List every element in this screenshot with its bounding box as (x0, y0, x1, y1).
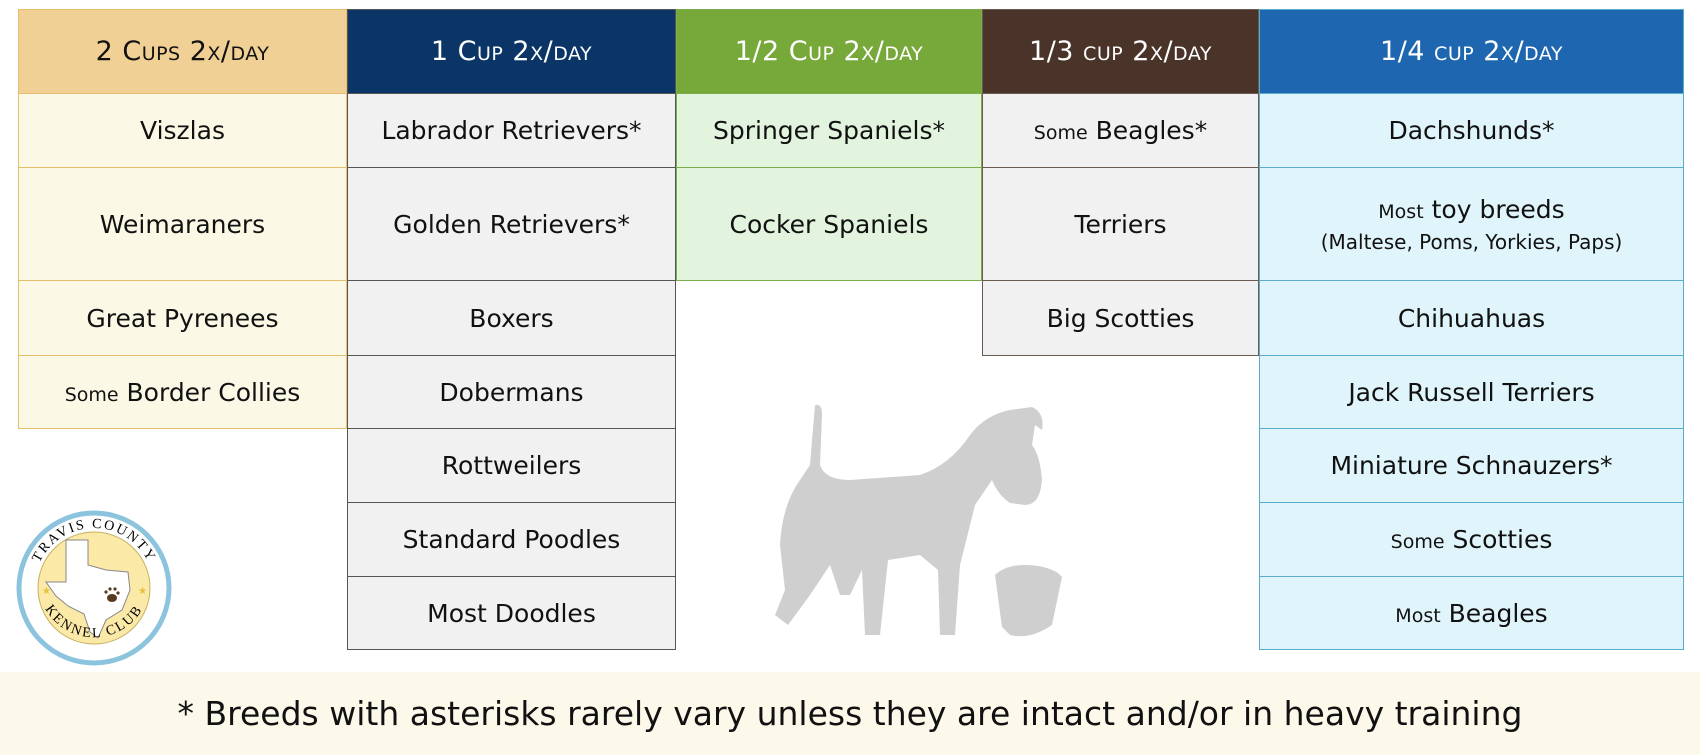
breed-cell: Dachshunds* (1259, 94, 1684, 168)
breed-cell: Great Pyrenees (18, 281, 347, 356)
breed-qualifier: Most (1395, 604, 1441, 627)
breed-name: Cocker Spaniels (729, 209, 929, 239)
breed-cell: Some Beagles* (982, 94, 1259, 168)
breed-name: Miniature Schnauzers* (1330, 451, 1613, 480)
breed-qualifier: Some (1033, 122, 1088, 144)
breed-cell: Labrador Retrievers* (347, 94, 676, 168)
breed-name: Chihuahuas (1397, 303, 1546, 333)
column-header: 1/3 cup 2x/day (982, 9, 1259, 94)
breed-cell: Some Scotties (1259, 503, 1684, 577)
breed-name: Dachshunds* (1388, 116, 1555, 145)
breed-cell: Rottweilers (347, 429, 676, 503)
breed-cell: Boxers (347, 281, 676, 356)
breed-name: Big Scotties (1046, 303, 1195, 333)
breed-name: Boxers (469, 303, 554, 333)
breed-cell: Terriers (982, 168, 1259, 281)
breed-name: Rottweilers (441, 451, 582, 480)
breed-cell: Most Doodles (347, 577, 676, 650)
breed-name: Jack Russell Terriers (1348, 377, 1595, 407)
travis-county-kennel-club-logo: ★ ★ TRAVIS COUNTY KENNEL CLUB (16, 510, 172, 666)
breed-cell: Big Scotties (982, 281, 1259, 356)
breed-qualifier: Some (1390, 531, 1445, 553)
column-header: 1/2 Cup 2x/day (676, 9, 982, 94)
breed-cell: Jack Russell Terriers (1259, 356, 1684, 429)
breed-name: Great Pyrenees (86, 303, 279, 333)
breed-name: Terriers (1074, 209, 1167, 239)
column-2: 1 Cup 2x/day Labrador Retrievers* Golden R… (347, 9, 676, 650)
breed-name: Beagles (1448, 598, 1548, 628)
column-header: 2 Cups 2x/day (18, 9, 347, 94)
breed-name: Springer Spaniels* (713, 116, 945, 145)
breed-name: Border Collies (126, 377, 301, 407)
breed-name: Most Doodles (427, 598, 596, 628)
svg-text:★: ★ (138, 586, 147, 597)
breed-cell: Chihuahuas (1259, 281, 1684, 356)
breed-name: Golden Retrievers* (393, 209, 630, 239)
breed-cell: Golden Retrievers* (347, 168, 676, 281)
breed-cell: Dobermans (347, 356, 676, 429)
column-header: 1/4 cup 2x/day (1259, 9, 1684, 94)
breed-cell: Some Border Collies (18, 356, 347, 429)
footnote: * Breeds with asterisks rarely vary unle… (0, 672, 1700, 755)
breed-name: Labrador Retrievers* (381, 116, 642, 145)
breed-qualifier: Most (1378, 200, 1424, 223)
breed-examples: (Maltese, Poms, Yorkies, Paps) (1320, 229, 1623, 254)
breed-cell: Weimaraners (18, 168, 347, 281)
dog-with-bowl-silhouette (775, 404, 1062, 637)
breed-cell: Standard Poodles (347, 503, 676, 577)
column-4: 1/3 cup 2x/day Some Beagles* Terriers Big S… (982, 9, 1259, 356)
breed-cell: Cocker Spaniels (676, 168, 982, 281)
breed-name: toy breeds (1431, 194, 1565, 224)
breed-cell: Viszlas (18, 94, 347, 168)
column-1: 2 Cups 2x/day Viszlas Weimaraners Great Pyr… (18, 9, 347, 429)
breed-name: Scotties (1452, 525, 1553, 554)
svg-text:★: ★ (42, 586, 51, 597)
breed-name: Weimaraners (99, 209, 266, 239)
breed-name: Viszlas (140, 116, 225, 145)
breed-name: Standard Poodles (402, 525, 621, 554)
breed-cell: Most Beagles (1259, 577, 1684, 650)
column-header: 1 Cup 2x/day (347, 9, 676, 94)
breed-cell: Miniature Schnauzers* (1259, 429, 1684, 503)
breed-name: Beagles* (1095, 116, 1208, 145)
breed-name: Dobermans (439, 377, 584, 407)
breed-qualifier: Some (64, 383, 119, 406)
breed-cell: Springer Spaniels* (676, 94, 982, 168)
column-5: 1/4 cup 2x/day Dachshunds* Most toy breeds… (1259, 9, 1684, 650)
breed-cell: Most toy breeds (Maltese, Poms, Yorkies, … (1259, 168, 1684, 281)
column-3: 1/2 Cup 2x/day Springer Spaniels* Cocker S… (676, 9, 982, 281)
